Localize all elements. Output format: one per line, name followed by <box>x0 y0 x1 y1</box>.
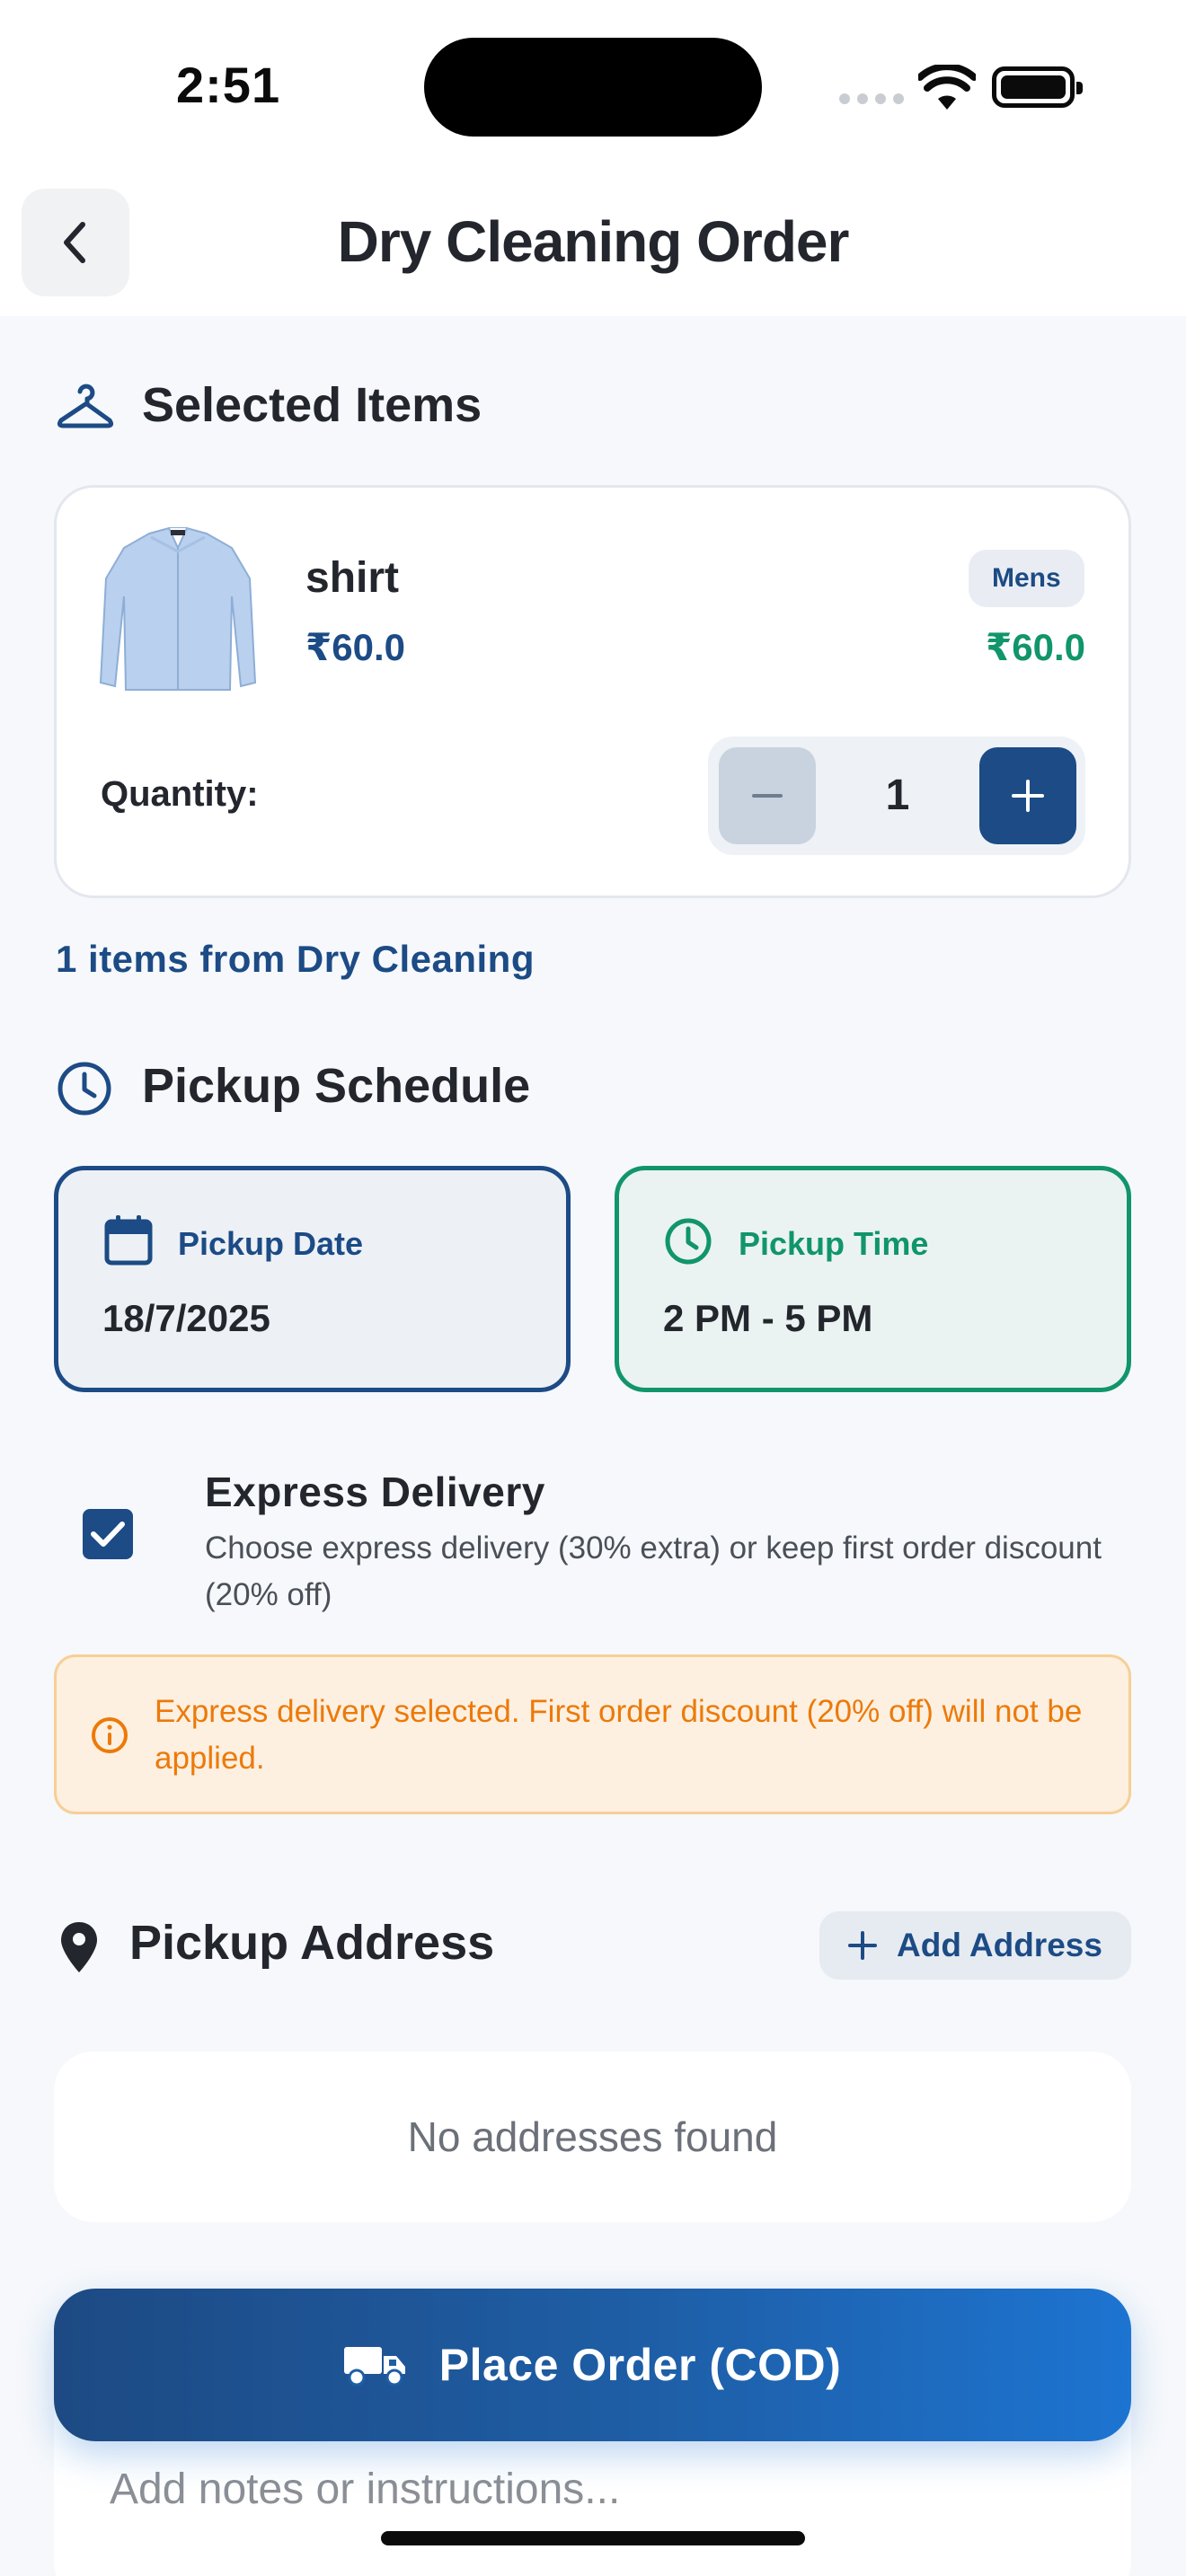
pickup-date-label: Pickup Date <box>178 1225 364 1262</box>
calendar-icon <box>104 1215 153 1266</box>
add-address-label: Add Address <box>897 1927 1102 1963</box>
clock-icon <box>58 1062 111 1116</box>
express-delivery-checkbox[interactable] <box>83 1509 133 1559</box>
pickup-date-value: 18/7/2025 <box>102 1297 270 1339</box>
empty-address-text: No addresses found <box>407 2113 778 2160</box>
pickup-time-value: 2 PM - 5 PM <box>663 1297 873 1339</box>
express-delivery-description: Choose express delivery (30% extra) or k… <box>205 1531 1102 1612</box>
item-name: shirt <box>305 554 400 602</box>
decrease-quantity-button[interactable] <box>719 747 816 844</box>
cellular-signal-icon <box>839 93 904 104</box>
plus-icon <box>1012 780 1044 812</box>
hanger-icon <box>57 384 114 428</box>
place-order-label: Place Order (COD) <box>438 2340 842 2390</box>
increase-quantity-button[interactable] <box>979 747 1076 844</box>
item-unit-price: ₹60.0 <box>305 626 405 668</box>
item-total-price: ₹60.0 <box>986 626 1085 668</box>
checkmark-icon <box>91 1522 125 1547</box>
items-summary: 1 items from Dry Cleaning <box>56 938 535 980</box>
pickup-time-card[interactable] <box>615 1166 1131 1392</box>
location-pin-icon <box>61 1922 97 1972</box>
add-address-button[interactable]: Add Address <box>819 1911 1131 1980</box>
clock-icon <box>665 1218 712 1265</box>
truck-icon <box>343 2347 405 2386</box>
express-delivery-title: Express Delivery <box>205 1469 545 1515</box>
category-badge: Mens <box>969 550 1084 607</box>
pickup-time-label: Pickup Time <box>739 1225 929 1262</box>
minus-icon <box>752 794 783 798</box>
pickup-date-card[interactable] <box>54 1166 571 1392</box>
wifi-icon <box>918 65 976 110</box>
dynamic-island <box>424 38 762 137</box>
selected-items-heading: Selected Items <box>142 378 482 432</box>
status-time: 2:51 <box>176 57 281 113</box>
place-order-button[interactable]: Place Order (COD) <box>54 2289 1131 2441</box>
plus-icon <box>848 1931 878 1960</box>
pickup-address-heading: Pickup Address <box>129 1916 495 1970</box>
empty-address-card: No addresses found <box>54 2051 1131 2222</box>
info-icon <box>92 1717 128 1753</box>
shirt-image <box>99 527 257 691</box>
quantity-value: 1 <box>885 772 910 819</box>
page-title: Dry Cleaning Order <box>337 209 850 274</box>
home-indicator[interactable] <box>381 2531 805 2545</box>
pickup-schedule-heading: Pickup Schedule <box>142 1059 531 1113</box>
quantity-label: Quantity: <box>101 774 259 814</box>
notes-placeholder: Add notes or instructions... <box>110 2466 621 2513</box>
express-notice-text: Express delivery selected. First order d… <box>155 1694 1083 1776</box>
battery-icon <box>992 66 1083 108</box>
